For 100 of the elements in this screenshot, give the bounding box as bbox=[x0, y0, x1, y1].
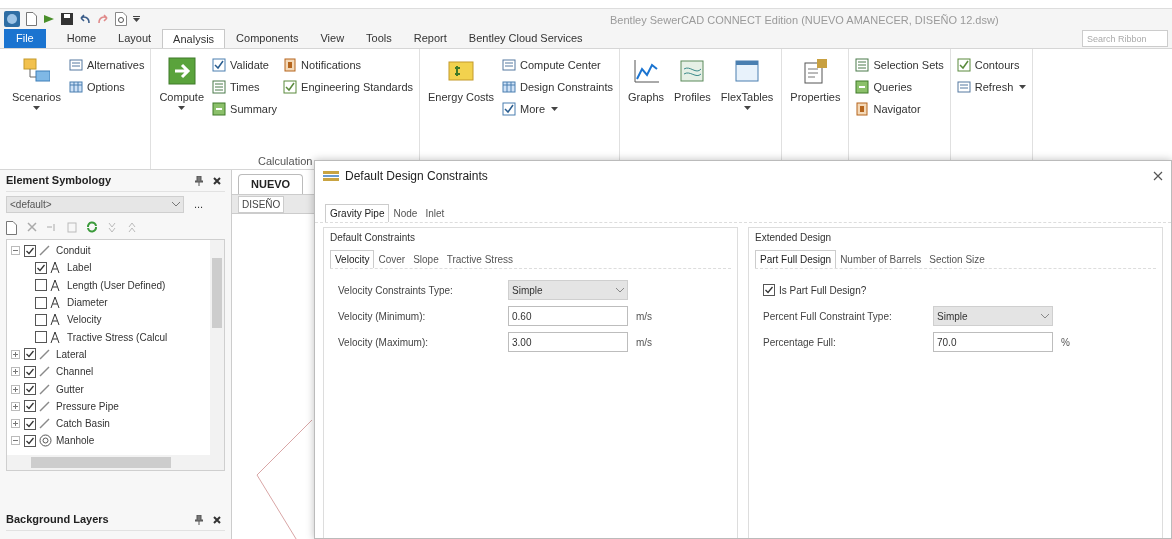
ribbon-tab[interactable]: Bentley Cloud Services bbox=[457, 29, 594, 48]
tree-item[interactable]: Channel bbox=[56, 364, 94, 380]
ribbon-tool-icon bbox=[22, 57, 51, 85]
file-tab[interactable]: File bbox=[4, 29, 46, 48]
checkbox[interactable] bbox=[24, 348, 36, 361]
tree-item[interactable]: Catch Basin bbox=[56, 416, 110, 432]
expander-icon[interactable] bbox=[11, 367, 20, 377]
expander-icon[interactable] bbox=[11, 401, 20, 411]
ribbon-button[interactable]: Times bbox=[212, 77, 278, 97]
dialog-tab[interactable]: Gravity Pipe bbox=[325, 204, 390, 222]
ribbon-button[interactable]: Validate bbox=[212, 55, 278, 75]
constraint-tab[interactable]: Part Full Design bbox=[755, 250, 837, 268]
ribbon-tab[interactable]: Components bbox=[225, 29, 310, 48]
expander-icon[interactable] bbox=[11, 436, 20, 446]
tree-item[interactable]: Lateral bbox=[56, 346, 87, 362]
constraint-tab[interactable]: Velocity bbox=[330, 250, 375, 268]
tree-item[interactable]: Conduit bbox=[56, 243, 91, 259]
ribbon-button[interactable]: Selection Sets bbox=[855, 55, 944, 75]
value-field[interactable]: 3.00 bbox=[508, 332, 628, 352]
checkbox[interactable] bbox=[35, 279, 47, 292]
checkbox[interactable] bbox=[763, 284, 775, 296]
ribbon-button[interactable]: Profiles bbox=[672, 53, 713, 104]
tree-item[interactable]: Tractive Stress (Calcul bbox=[67, 329, 168, 345]
scrollbar-thumb[interactable] bbox=[31, 457, 171, 468]
search-field[interactable]: Search Ribbon bbox=[1082, 30, 1168, 47]
ribbon-button[interactable]: Alternatives bbox=[68, 55, 145, 75]
checkbox[interactable] bbox=[35, 261, 47, 274]
value-field[interactable]: 0.60 bbox=[508, 306, 628, 326]
tree-item[interactable]: Manhole bbox=[56, 433, 95, 449]
refresh-icon[interactable] bbox=[86, 221, 98, 235]
ribbon-tab[interactable]: Home bbox=[55, 29, 108, 48]
document-tab[interactable]: NUEVO bbox=[238, 174, 304, 194]
ribbon-tool-icon bbox=[68, 58, 83, 72]
ribbon-button[interactable]: Summary bbox=[212, 99, 278, 119]
checkbox[interactable] bbox=[24, 244, 36, 257]
checkbox[interactable] bbox=[35, 296, 47, 309]
constraint-tab[interactable]: Cover bbox=[374, 250, 410, 268]
checkbox[interactable] bbox=[24, 383, 36, 395]
checkbox[interactable] bbox=[24, 400, 36, 413]
constraint-tab[interactable]: Slope bbox=[409, 250, 443, 268]
drawing-name-tab[interactable]: DISEÑO bbox=[238, 195, 285, 213]
expander-icon[interactable] bbox=[11, 349, 20, 359]
group-label: Calculation bbox=[258, 155, 313, 167]
ribbon-button[interactable]: Engineering Standards bbox=[283, 77, 414, 97]
ribbon-button[interactable]: Options bbox=[68, 77, 145, 97]
ribbon-button[interactable]: Refresh bbox=[956, 77, 1027, 97]
tree-item[interactable]: Velocity bbox=[67, 312, 102, 328]
checkbox[interactable] bbox=[35, 331, 47, 344]
dialog-tab[interactable]: Inlet bbox=[421, 204, 449, 222]
checkbox[interactable] bbox=[24, 434, 36, 447]
close-icon bbox=[1153, 171, 1163, 181]
tree-item[interactable]: Label bbox=[67, 260, 92, 276]
ribbon-button[interactable]: Notifications bbox=[283, 55, 414, 75]
ribbon-button[interactable]: Graphs bbox=[626, 53, 667, 104]
constraint-tab[interactable]: Tractive Stress bbox=[442, 250, 518, 268]
ribbon-tool-icon bbox=[855, 102, 870, 116]
ribbon-button[interactable]: Properties bbox=[788, 53, 843, 104]
ribbon-button[interactable]: More bbox=[502, 99, 613, 119]
ribbon-tab[interactable]: Tools bbox=[355, 29, 403, 48]
tree-item[interactable]: Pressure Pipe bbox=[56, 398, 119, 414]
expander-icon[interactable] bbox=[11, 384, 20, 394]
type-dropdown[interactable]: Simple bbox=[508, 280, 628, 300]
horizontal-scrollbar[interactable] bbox=[7, 455, 224, 470]
ribbon-button[interactable]: Compute bbox=[157, 53, 207, 110]
ribbon-button[interactable]: FlexTables bbox=[718, 53, 776, 110]
tree-item[interactable]: Length (User Defined) bbox=[67, 277, 166, 293]
customize-icon bbox=[133, 15, 140, 22]
type-dropdown[interactable]: Simple bbox=[933, 306, 1053, 326]
constraint-tab[interactable]: Section Size bbox=[925, 250, 989, 268]
expander-icon[interactable] bbox=[11, 246, 20, 256]
new-icon[interactable] bbox=[6, 221, 18, 235]
ribbon-button[interactable]: Queries bbox=[855, 77, 944, 97]
constraint-tab[interactable]: Number of Barrels bbox=[836, 250, 926, 268]
checkbox[interactable] bbox=[24, 417, 36, 430]
ribbon-tab[interactable]: View bbox=[309, 29, 356, 48]
ribbon-button[interactable]: Contours bbox=[956, 55, 1027, 75]
checkbox[interactable] bbox=[24, 365, 36, 378]
vertical-scrollbar[interactable] bbox=[210, 240, 224, 456]
symbology-dropdown[interactable]: <default> bbox=[6, 196, 184, 213]
dialog-tab[interactable]: Node bbox=[389, 204, 422, 222]
pin-icon bbox=[195, 175, 203, 186]
letter-a-icon bbox=[50, 313, 63, 327]
value-field[interactable]: 70.0 bbox=[933, 332, 1053, 352]
ribbon-tab[interactable]: Layout bbox=[107, 29, 163, 48]
more-button[interactable]: ... bbox=[190, 196, 208, 213]
letter-a-icon bbox=[50, 261, 63, 275]
ribbon-tool-icon bbox=[212, 102, 227, 116]
tree-item[interactable]: Diameter bbox=[67, 295, 108, 311]
ribbon-button[interactable]: Energy Costs bbox=[426, 53, 497, 104]
ribbon-tab[interactable]: Analysis bbox=[162, 29, 226, 48]
pipe-icon bbox=[39, 382, 52, 396]
scrollbar-thumb[interactable] bbox=[212, 258, 222, 328]
ribbon-button[interactable]: Navigator bbox=[855, 99, 944, 119]
checkbox[interactable] bbox=[35, 313, 47, 326]
ribbon-button[interactable]: Scenarios bbox=[10, 53, 63, 110]
tree-item[interactable]: Gutter bbox=[56, 381, 84, 397]
expander-icon[interactable] bbox=[11, 419, 20, 429]
ribbon-button[interactable]: Compute Center bbox=[502, 55, 613, 75]
ribbon-button[interactable]: Design Constraints bbox=[502, 77, 613, 97]
ribbon-tab[interactable]: Report bbox=[402, 29, 458, 48]
